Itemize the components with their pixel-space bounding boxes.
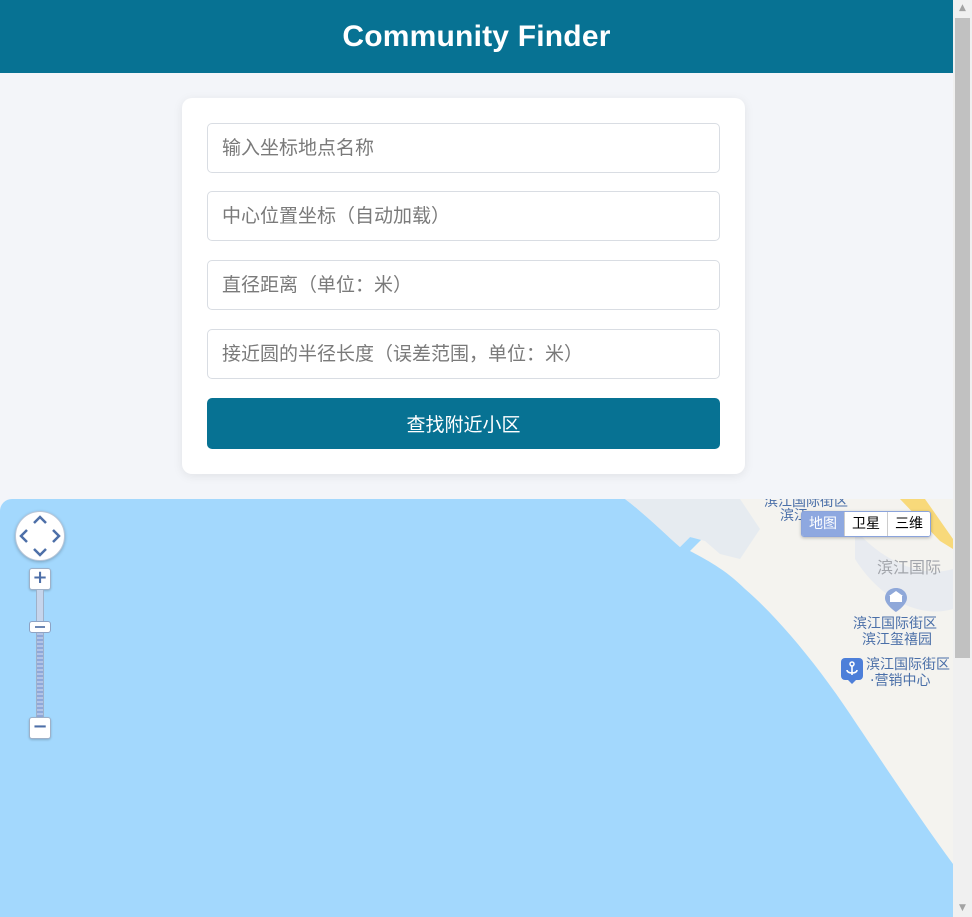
map-type-map[interactable]: 地图 [802,512,844,536]
location-name-input[interactable] [207,123,720,173]
radius-tolerance-input[interactable] [207,329,720,379]
find-communities-button[interactable]: 查找附近小区 [207,398,720,449]
scroll-up-arrow-icon[interactable]: ▲ [953,0,972,17]
zoom-slider-fill [37,631,43,717]
map-land-layer [625,499,953,864]
map-poi-label[interactable]: ·营销中心 [870,673,930,689]
map-poi-label[interactable]: 滨江国际街区 [853,616,937,632]
map-type-switcher: 地图 卫星 三维 [801,511,931,537]
pan-left-icon [19,529,28,543]
map-type-3d[interactable]: 三维 [887,512,930,536]
pan-down-icon [33,548,47,557]
pan-right-icon [52,529,61,543]
building-pin-icon[interactable] [884,587,908,613]
pan-control[interactable] [15,511,65,561]
diameter-input[interactable] [207,260,720,310]
zoom-in-button[interactable]: + [29,568,51,590]
page-scrollbar[interactable]: ▲ ▼ [953,0,972,917]
map-area-label: 滨江国际 [877,558,942,577]
map-view[interactable]: 滨江国际街区 滨江 滨江国际 滨江国际街区 滨江玺禧园 滨江国际街区 ·营销中心… [0,499,953,917]
page-title: Community Finder [342,19,611,53]
zoom-slider-handle[interactable] [29,621,51,633]
search-form-card: 查找附近小区 [182,98,745,474]
center-coords-input[interactable] [207,191,720,241]
map-poi-label[interactable]: 滨江玺禧园 [862,632,932,648]
app-header: Community Finder [0,0,953,73]
pan-up-icon [33,515,47,524]
scroll-down-arrow-icon[interactable]: ▼ [953,900,972,917]
map-type-satellite[interactable]: 卫星 [844,512,887,536]
anchor-pin-icon[interactable] [840,657,864,685]
zoom-out-button[interactable]: − [29,717,51,739]
scroll-thumb[interactable] [955,18,970,658]
map-poi-label[interactable]: 滨江国际街区 [866,657,950,673]
